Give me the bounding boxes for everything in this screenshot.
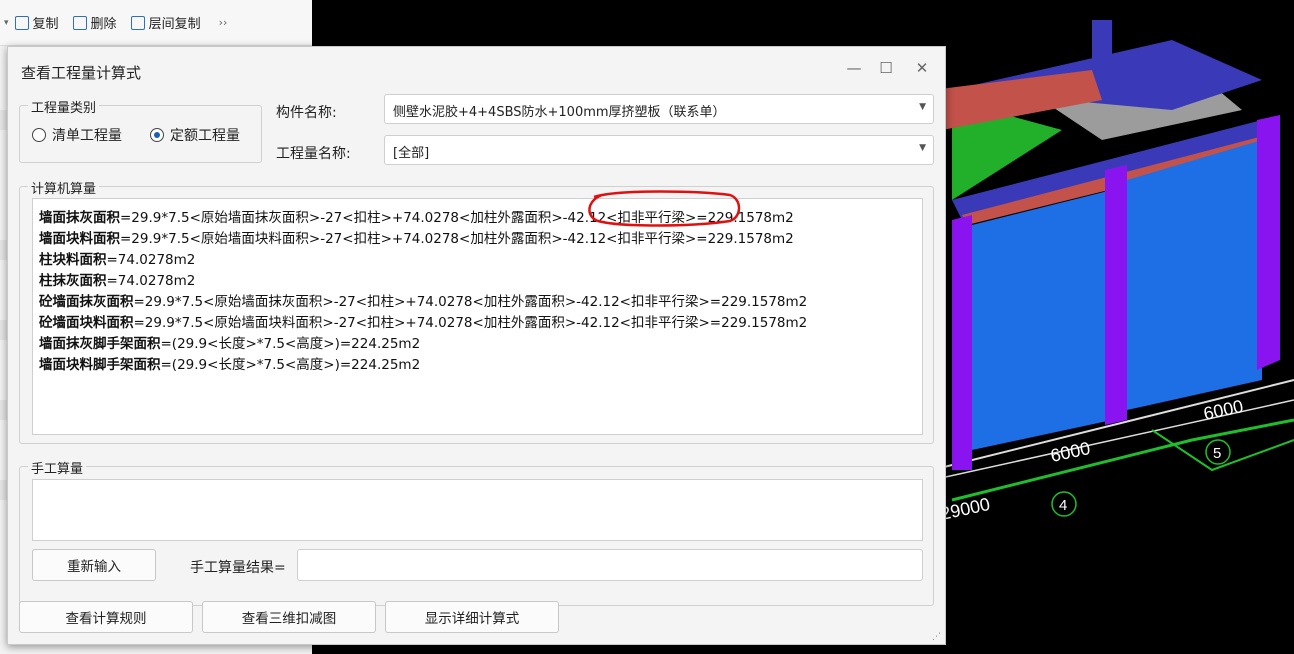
component-name-label: 构件名称: (276, 105, 337, 121)
column (1092, 20, 1112, 70)
close-icon[interactable]: ✕ (912, 59, 932, 77)
view-3d-deduction-button[interactable]: 查看三维扣减图 (202, 601, 376, 633)
manual-result-label: 手工算量结果= (190, 560, 286, 576)
quantity-name-label: 工程量名称: (276, 146, 351, 162)
radio-label: 清单工程量 (52, 128, 122, 144)
dimension-label: 6000 (1049, 438, 1092, 466)
dimension-label: 29000 (939, 494, 992, 524)
manual-calc-group: 手工算量 重新输入 手工算量结果= (19, 458, 934, 606)
calc-line: 墙面块料脚手架面积=(29.9<长度>*7.5<高度>)=224.25m2 (39, 357, 421, 373)
chevron-down-icon: ▼ (919, 143, 926, 153)
calc-formula-textarea[interactable]: 墙面抹灰面积=29.9*7.5<原始墙面抹灰面积>-27<扣柱>+74.0278… (32, 198, 923, 435)
radio-circle-selected (150, 128, 164, 142)
component-name-select[interactable]: 侧壁水泥胶+4+4SBS防水+100mm厚挤塑板（联系单） ▼ (384, 94, 934, 124)
axis-line (1151, 429, 1294, 472)
column (952, 215, 972, 470)
radio-quota-quantity[interactable]: 定额工程量 (150, 125, 240, 145)
wall (1127, 140, 1262, 410)
wall (972, 190, 1112, 450)
reenter-button[interactable]: 重新输入 (32, 549, 156, 581)
floor-copy-button[interactable]: 层间复制 (130, 13, 201, 32)
trash-icon (72, 15, 87, 30)
maximize-icon[interactable]: ☐ (876, 59, 896, 77)
copy-button[interactable]: 复制 (14, 13, 59, 32)
component-name-value: 侧壁水泥胶+4+4SBS防水+100mm厚挤塑板（联系单） (393, 105, 726, 120)
manual-calc-title: 手工算量 (28, 458, 87, 477)
computer-calc-title: 计算机算量 (28, 178, 100, 197)
floor-copy-icon (130, 15, 145, 30)
quantity-name-select[interactable]: [全部] ▼ (384, 135, 934, 165)
calc-formula-dialog: 查看工程量计算式 — ☐ ✕ 工程量类别 清单工程量 定额工程量 构件名称: 侧… (7, 46, 946, 645)
computer-calc-group: 计算机算量 墙面抹灰面积=29.9*7.5<原始墙面抹灰面积>-27<扣柱>+7… (19, 178, 934, 444)
column (1105, 165, 1127, 425)
radio-label: 定额工程量 (170, 128, 240, 144)
calc-line: 墙面块料面积=29.9*7.5<原始墙面块料面积>-27<扣柱>+74.0278… (39, 231, 794, 247)
dialog-title: 查看工程量计算式 (21, 64, 142, 82)
manual-result-input[interactable] (297, 549, 923, 581)
radio-bill-quantity[interactable]: 清单工程量 (32, 125, 122, 145)
view-rules-button[interactable]: 查看计算规则 (19, 601, 193, 633)
copy-icon (14, 15, 29, 30)
chevron-down-icon: ▼ (919, 102, 926, 112)
resize-grip-icon[interactable]: ⋰ (932, 632, 941, 642)
manual-calc-textarea[interactable] (32, 479, 923, 541)
dialog-title-bar[interactable]: 查看工程量计算式 — ☐ ✕ (8, 47, 945, 93)
quantity-name-value: [全部] (393, 146, 430, 161)
category-group-title: 工程量类别 (28, 97, 100, 116)
axis-marker-label: 5 (1213, 445, 1221, 462)
copy-label: 复制 (32, 17, 59, 32)
axis-marker-label: 4 (1059, 497, 1067, 514)
background-toolbar: ▾ 复制 删除 层间复制 ›› (0, 0, 312, 46)
calc-line: 墙面抹灰脚手架面积=(29.9<长度>*7.5<高度>)=224.25m2 (39, 336, 421, 352)
delete-label: 删除 (90, 17, 117, 32)
radio-circle (32, 128, 46, 142)
dropdown-arrow-icon[interactable]: ▾ (4, 18, 9, 28)
calc-line: 砼墙面块料面积=29.9*7.5<原始墙面块料面积>-27<扣柱>+74.027… (39, 315, 808, 331)
delete-button[interactable]: 删除 (72, 13, 117, 32)
column (1257, 115, 1280, 370)
calc-line: 砼墙面抹灰面积=29.9*7.5<原始墙面抹灰面积>-27<扣柱>+74.027… (39, 294, 808, 310)
floor-copy-label: 层间复制 (148, 17, 201, 32)
show-detail-formula-button[interactable]: 显示详细计算式 (385, 601, 559, 633)
minimize-icon[interactable]: — (844, 59, 864, 77)
calc-line: 柱块料面积=74.0278m2 (39, 252, 196, 268)
category-group: 工程量类别 清单工程量 定额工程量 (19, 97, 262, 163)
red-annotation-circle (588, 190, 741, 227)
calc-line: 柱抹灰面积=74.0278m2 (39, 273, 196, 289)
more-tools-button[interactable]: ›› (219, 16, 228, 29)
dimension-label: 6000 (1202, 396, 1245, 424)
